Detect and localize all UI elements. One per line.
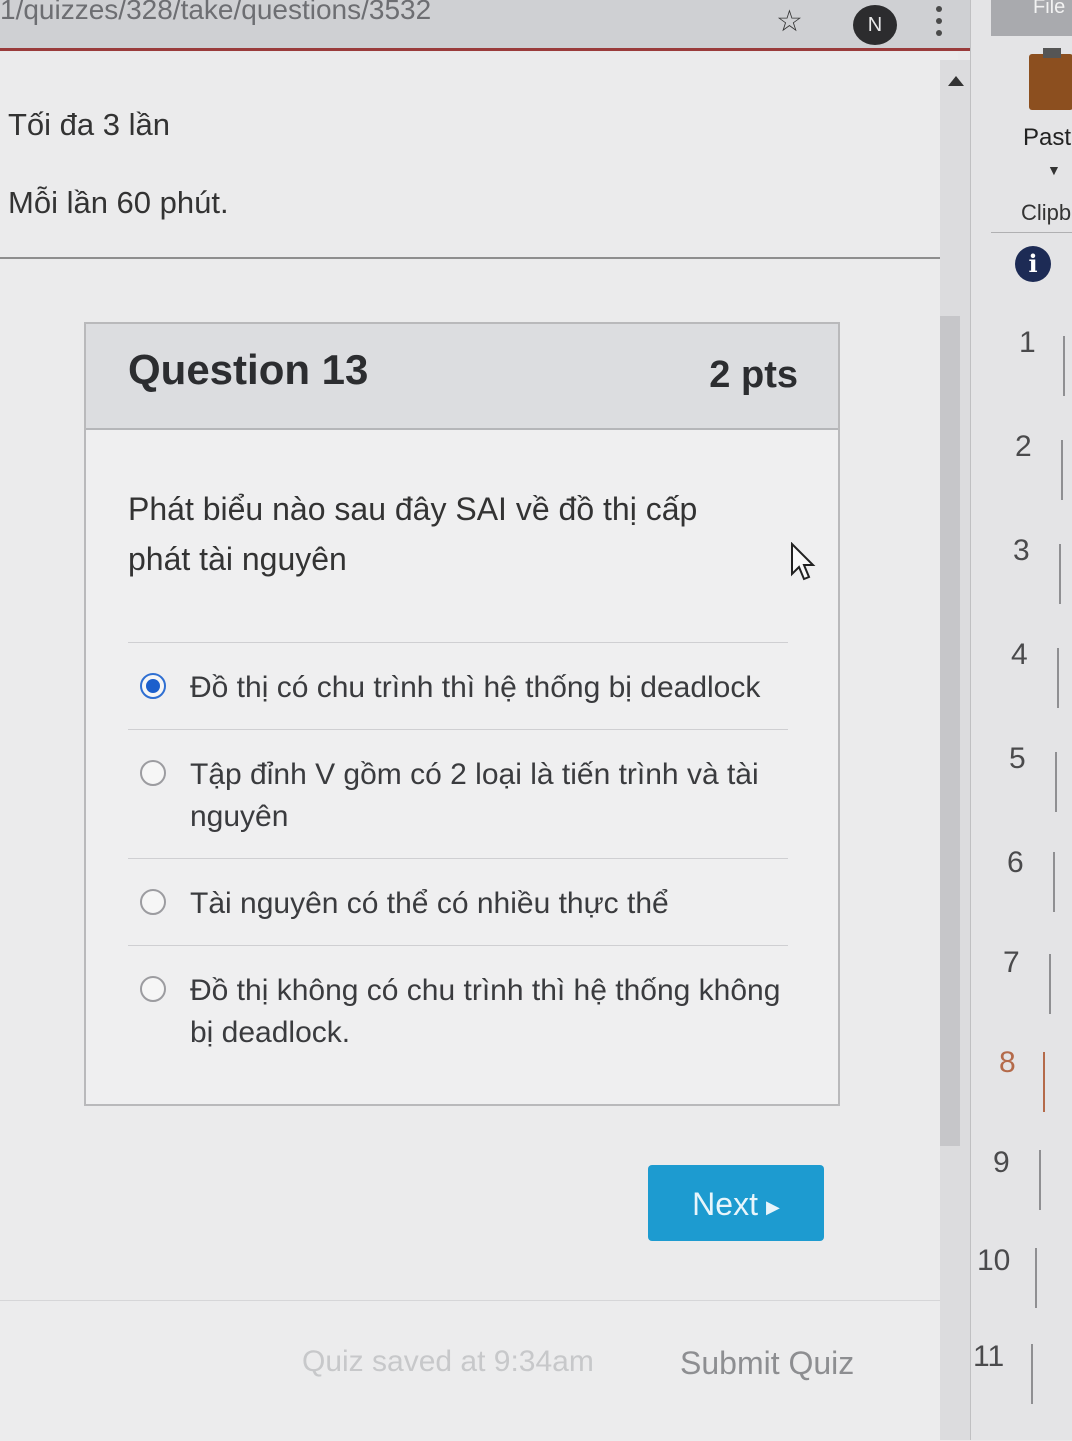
word-side-panel: File Paste ▼ Clipb i 1 2 3 4 5 6 7 8 9 1… [970,0,1072,1440]
next-button[interactable]: Next ▶ [648,1165,824,1241]
question-title: Question 13 [128,346,369,393]
line-number: 7 [1003,946,1020,979]
quiz-footer: Quiz saved at 9:34am Submit Quiz [0,1300,950,1441]
line-number: 5 [1009,742,1026,775]
question-text: Phát biểu nào sau đây SAI về đồ thị cấp … [128,491,698,577]
clipboard-group-label: Clipb [1021,200,1072,225]
menu-kebab-icon[interactable] [934,6,944,42]
line-number: 4 [1011,638,1028,671]
question-points: 2 pts [709,354,798,396]
question-card: Question 13 2 pts Phát biểu nào sau đây … [84,322,840,1106]
browser-toolbar: 1/quizzes/328/take/questions/3532 ☆ N [0,0,990,51]
scroll-thumb[interactable] [940,316,960,1146]
line-number: 1 [1019,326,1036,359]
thumbnail-marker [1061,440,1067,500]
scrollbar[interactable] [940,60,970,1440]
attempts-info: Tối đa 3 lần [8,107,170,142]
thumbnail-marker [1055,752,1061,812]
line-number: 11 [973,1340,1005,1373]
line-number: 2 [1015,430,1032,463]
paste-button-label[interactable]: Paste [1023,124,1072,152]
info-icon[interactable]: i [1015,246,1051,282]
clipboard-icon[interactable] [1029,48,1072,110]
answer-option[interactable]: Đồ thị có chu trình thì hệ thống bị dead… [128,642,788,729]
line-number: 8 [999,1046,1016,1079]
submit-quiz-button[interactable]: Submit Quiz [680,1345,854,1382]
time-limit-info: Mỗi lần 60 phút. [8,185,229,220]
divider [0,257,940,259]
profile-avatar[interactable]: N [853,5,897,45]
next-button-label: Next [692,1186,758,1222]
line-number: 9 [993,1146,1010,1179]
thumbnail-marker [1031,1344,1037,1404]
mouse-cursor-icon [791,542,816,581]
scroll-up-arrow-icon[interactable] [948,76,964,86]
radio-button-selected[interactable] [140,673,166,699]
thumbnail-marker [1039,1150,1045,1210]
line-number: 3 [1013,534,1030,567]
thumbnail-marker [1053,852,1059,912]
answer-label: Đồ thị không có chu trình thì hệ thống k… [190,974,781,1049]
answer-label: Tập đỉnh V gồm có 2 loại là tiến trình v… [190,758,759,833]
thumbnail-marker [1049,954,1055,1014]
thumbnail-marker-selected [1043,1052,1049,1112]
radio-button[interactable] [140,760,166,786]
chevron-down-icon[interactable]: ▼ [1047,162,1061,178]
answer-list: Đồ thị có chu trình thì hệ thống bị dead… [128,642,788,1074]
line-number: 6 [1007,846,1024,879]
thumbnail-marker [1035,1248,1041,1308]
answer-option[interactable]: Đồ thị không có chu trình thì hệ thống k… [128,945,788,1074]
answer-option[interactable]: Tài nguyên có thể có nhiều thực thể [128,858,788,945]
thumbnail-marker [1063,336,1069,396]
thumbnail-marker [1057,648,1063,708]
bookmark-star-icon[interactable]: ☆ [776,4,803,39]
ribbon-divider [991,232,1072,233]
radio-button[interactable] [140,976,166,1002]
file-tab[interactable]: File [1033,0,1065,19]
thumbnail-marker [1059,544,1065,604]
question-header: Question 13 2 pts [86,324,838,430]
saved-status: Quiz saved at 9:34am [302,1345,594,1378]
play-arrow-icon: ▶ [765,1196,780,1217]
address-bar[interactable]: 1/quizzes/328/take/questions/3532 [0,0,431,26]
answer-label: Tài nguyên có thể có nhiều thực thể [190,887,669,920]
answer-label: Đồ thị có chu trình thì hệ thống bị dead… [190,671,761,704]
line-number: 10 [977,1244,1011,1277]
answer-option[interactable]: Tập đỉnh V gồm có 2 loại là tiến trình v… [128,729,788,858]
radio-button[interactable] [140,889,166,915]
